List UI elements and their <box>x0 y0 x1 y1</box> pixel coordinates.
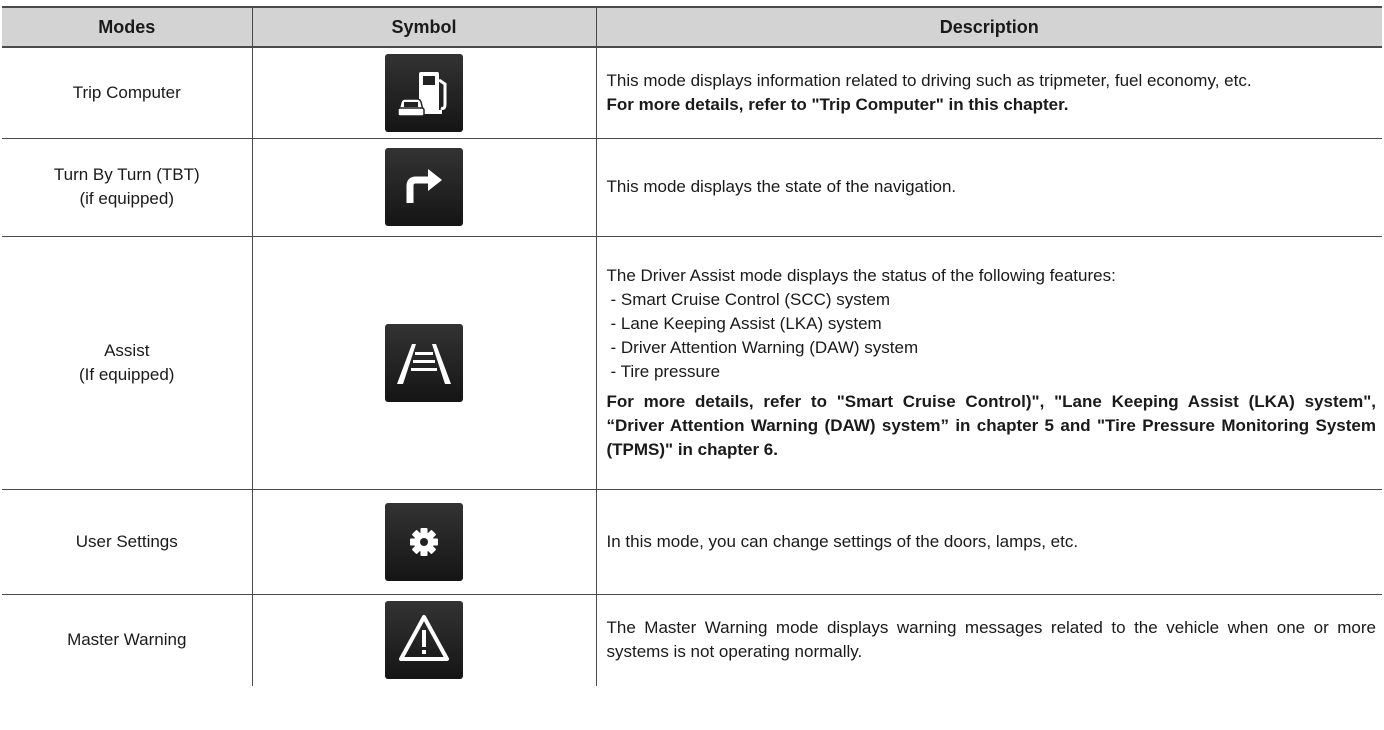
modes-table: Modes Symbol Description Trip Computer T… <box>2 6 1382 686</box>
description-cell: This mode displays information related t… <box>595 47 1382 139</box>
feature-list: - Smart Cruise Control (SCC) system - La… <box>607 288 1377 384</box>
description-text: In this mode, you can change settings of… <box>606 531 1079 551</box>
header-description: Description <box>595 6 1382 48</box>
table-row: Turn By Turn (TBT) (if equipped) This mo… <box>2 138 1382 237</box>
symbol-cell <box>251 138 596 237</box>
symbol-cell <box>251 594 596 686</box>
description-text: This mode displays information related t… <box>606 70 1252 90</box>
header-row: Modes Symbol Description <box>2 6 1382 48</box>
symbol-cell <box>251 47 596 139</box>
list-item: - Tire pressure <box>610 361 721 381</box>
mode-label: Assist <box>104 340 150 360</box>
turn-right-arrow-icon <box>385 148 463 226</box>
lane-road-icon <box>385 323 463 402</box>
gear-icon <box>385 502 463 581</box>
mode-name: Turn By Turn (TBT) (if equipped) <box>2 138 252 237</box>
mode-label: Trip Computer <box>72 82 181 102</box>
symbol-cell <box>251 489 596 595</box>
mode-sublabel: (If equipped) <box>79 364 175 384</box>
description-text: The Master Warning mode displays warning… <box>606 618 1377 662</box>
description-reference: For more details, refer to "Trip Compute… <box>606 94 1069 114</box>
list-item: - Lane Keeping Assist (LKA) system <box>610 313 882 333</box>
symbol-cell <box>251 236 596 490</box>
description-cell: This mode displays the state of the navi… <box>595 138 1382 237</box>
mode-name: User Settings <box>2 489 252 595</box>
description-cell: The Master Warning mode displays warning… <box>595 594 1382 686</box>
description-text: The Driver Assist mode displays the stat… <box>606 265 1116 285</box>
table-row: Assist (If equipped) The Driver Assist m… <box>2 236 1382 490</box>
table-row: Trip Computer This mode displays informa… <box>2 47 1382 139</box>
mode-name: Assist (If equipped) <box>2 236 252 490</box>
warning-triangle-icon <box>385 601 463 680</box>
description-cell: In this mode, you can change settings of… <box>595 489 1382 595</box>
description-cell: The Driver Assist mode displays the stat… <box>595 236 1382 490</box>
description-text: This mode displays the state of the navi… <box>606 177 957 196</box>
list-item: - Smart Cruise Control (SCC) system <box>610 289 891 309</box>
header-symbol: Symbol <box>251 6 596 48</box>
mode-sublabel: (if equipped) <box>79 189 174 208</box>
table-row: User Settings In this mode, you can chan… <box>2 489 1382 595</box>
mode-label: Turn By Turn (TBT) <box>53 165 200 184</box>
list-item: - Driver Attention Warning (DAW) system <box>610 337 919 357</box>
mode-label: Master Warning <box>67 630 187 650</box>
mode-label: User Settings <box>75 531 178 551</box>
header-modes: Modes <box>2 6 252 48</box>
mode-name: Trip Computer <box>2 47 252 139</box>
mode-name: Master Warning <box>2 594 252 686</box>
description-reference: For more details, refer to "Smart Cruise… <box>606 391 1377 459</box>
table-row: Master Warning The Master Warning mode d… <box>2 594 1382 686</box>
fuel-pump-car-icon <box>385 53 463 132</box>
